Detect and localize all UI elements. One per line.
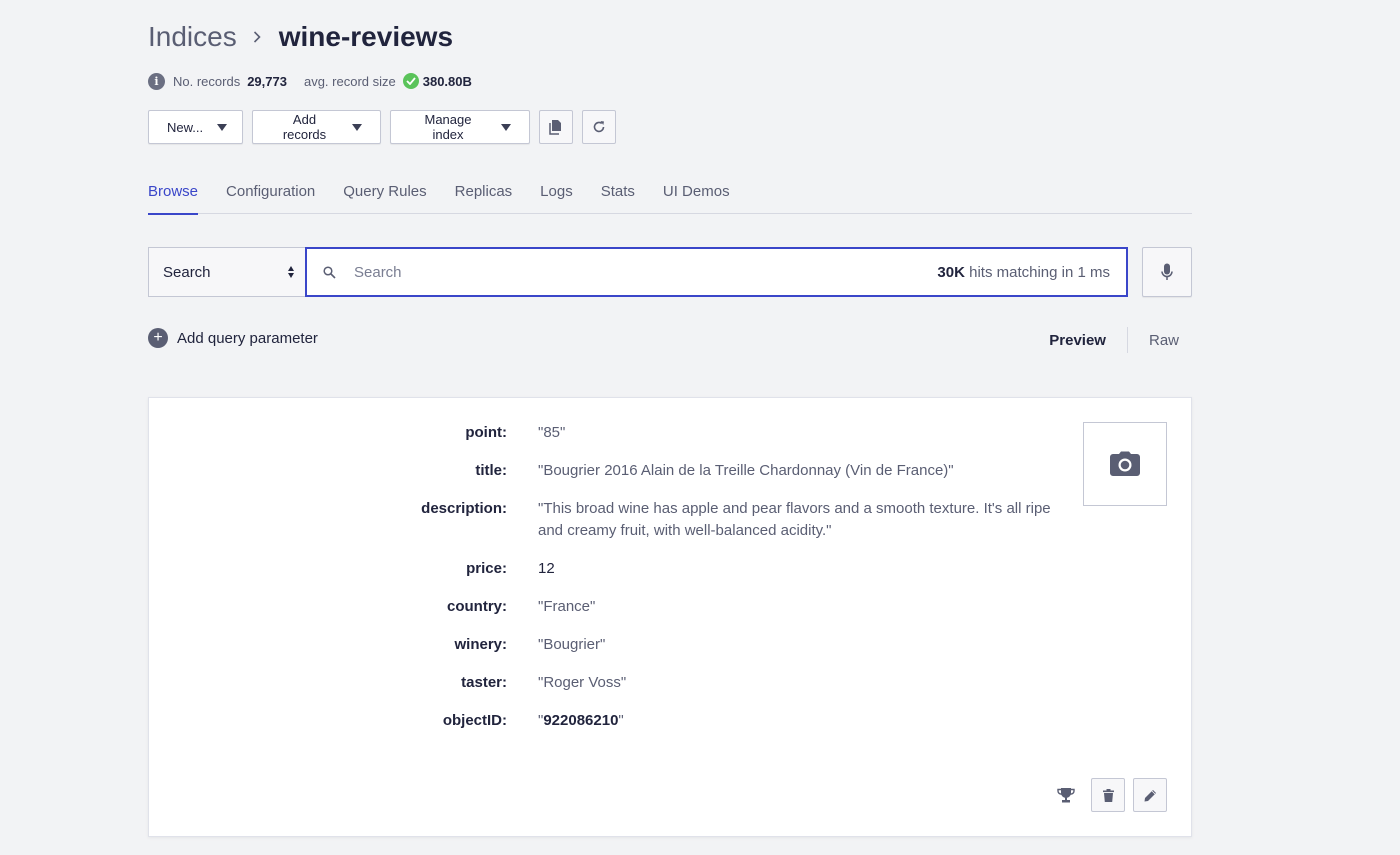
check-icon [402, 73, 419, 89]
field-value: "Bougrier 2016 Alain de la Treille Chard… [538, 462, 954, 479]
hits-summary: 30K hits matching in 1 ms [937, 264, 1110, 281]
field-key: winery: [454, 636, 507, 653]
record-size-value: 380.80B [422, 73, 472, 89]
index-meta: i No. records 29,773 avg. record size 38… [148, 71, 489, 91]
raw-toggle[interactable]: Raw [1149, 332, 1179, 349]
caret-down-icon [217, 123, 228, 131]
field-value: "France" [538, 598, 596, 615]
field-key: objectID: [442, 712, 507, 729]
trash-icon [1102, 788, 1114, 802]
field-key: country: [447, 598, 507, 615]
tab-configuration[interactable]: Configuration [226, 180, 315, 214]
record-field: title: "Bougrier 2016 Alain de la Treill… [149, 460, 1078, 482]
record-field: price: 12 [149, 558, 1078, 580]
new-button-label: New... [167, 119, 204, 135]
field-key: price: [466, 560, 507, 577]
search-mode-select[interactable]: Search [148, 247, 306, 297]
edit-record-button[interactable] [1133, 778, 1167, 812]
record-field: winery: "Bougrier" [149, 634, 1078, 656]
record-field: description: "This broad wine has apple … [149, 498, 1078, 542]
promote-button[interactable] [1049, 778, 1083, 812]
tab-replicas[interactable]: Replicas [455, 180, 513, 214]
preview-toggle[interactable]: Preview [1049, 332, 1106, 349]
view-toggle: Preview Raw [1049, 327, 1179, 353]
copy-icon [549, 120, 561, 135]
delete-record-button[interactable] [1091, 778, 1125, 812]
search-row: Search 30K hits matching in 1 ms [148, 247, 1192, 297]
pencil-icon [1144, 789, 1156, 801]
tab-logs[interactable]: Logs [540, 180, 573, 214]
field-value: "Bougrier" [538, 636, 606, 653]
breadcrumb: Indices wine-reviews [148, 20, 453, 54]
object-id-value: 922086210 [543, 712, 619, 729]
record-card: point: "85" title: "Bougrier 2016 Alain … [148, 397, 1192, 837]
field-value: 12 [538, 560, 555, 577]
query-parameter-row: + Add query parameter Preview Raw [148, 327, 1192, 353]
record-actions [1049, 778, 1167, 812]
search-icon [323, 265, 336, 279]
record-size-label: avg. record size [303, 73, 396, 89]
field-key: description: [421, 500, 507, 517]
toggle-divider [1126, 327, 1128, 353]
record-field: point: "85" [149, 422, 1078, 444]
tab-browse[interactable]: Browse [148, 180, 199, 215]
camera-icon [1110, 451, 1140, 476]
manage-index-label: Manage index [424, 112, 472, 142]
record-field: taster: "Roger Voss" [149, 672, 1078, 694]
info-icon[interactable]: i [148, 72, 165, 90]
new-dropdown-button[interactable]: New... [148, 110, 243, 144]
page-title: wine-reviews [278, 21, 454, 52]
records-value: 29,773 [247, 73, 287, 89]
search-mode-value: Search [163, 263, 211, 281]
field-value: "922086210" [538, 710, 1078, 732]
field-value: "Roger Voss" [538, 674, 627, 691]
record-field: country: "France" [149, 596, 1078, 618]
field-value: "85" [538, 424, 566, 441]
select-arrows-icon [288, 266, 294, 278]
tab-query-rules[interactable]: Query Rules [343, 180, 426, 214]
copy-button[interactable] [539, 110, 573, 144]
chevron-right-icon [253, 31, 261, 43]
add-records-dropdown-button[interactable]: Add records [252, 110, 381, 144]
tab-bar: Browse Configuration Query Rules Replica… [148, 180, 1192, 215]
field-key: title: [475, 462, 507, 479]
field-key: taster: [461, 674, 507, 691]
plus-icon: + [148, 328, 168, 348]
field-value: "This broad wine has apple and pear flav… [538, 500, 1051, 539]
hits-count: 30K [937, 263, 965, 281]
page: Indices wine-reviews i No. records 29,77… [148, 0, 1192, 855]
toolbar: New... Add records Manage index [148, 110, 616, 144]
tab-ui-demos[interactable]: UI Demos [663, 180, 730, 214]
caret-down-icon [352, 123, 362, 131]
microphone-icon [1161, 263, 1173, 280]
record-field-objectid: objectID: "922086210" [149, 710, 1078, 732]
refresh-button[interactable] [582, 110, 616, 144]
breadcrumb-indices-link[interactable]: Indices [148, 21, 237, 53]
add-query-parameter-button[interactable]: + Add query parameter [148, 328, 1192, 348]
record-image-placeholder [1083, 422, 1167, 506]
trophy-icon [1057, 788, 1075, 803]
search-box: 30K hits matching in 1 ms [305, 247, 1128, 297]
search-input[interactable] [354, 263, 938, 281]
manage-index-dropdown-button[interactable]: Manage index [390, 110, 530, 144]
caret-down-icon [501, 123, 511, 131]
record-fields: point: "85" title: "Bougrier 2016 Alain … [149, 422, 1078, 732]
refresh-icon [593, 121, 605, 133]
add-records-label: Add records [282, 112, 327, 142]
voice-search-button[interactable] [1142, 247, 1192, 297]
records-label: No. records [173, 73, 241, 89]
quote-close: " [618, 712, 624, 729]
tab-stats[interactable]: Stats [601, 180, 635, 214]
field-key: point: [465, 424, 507, 441]
hits-text: hits matching in 1 ms [964, 263, 1110, 281]
add-query-parameter-label: Add query parameter [177, 329, 318, 347]
